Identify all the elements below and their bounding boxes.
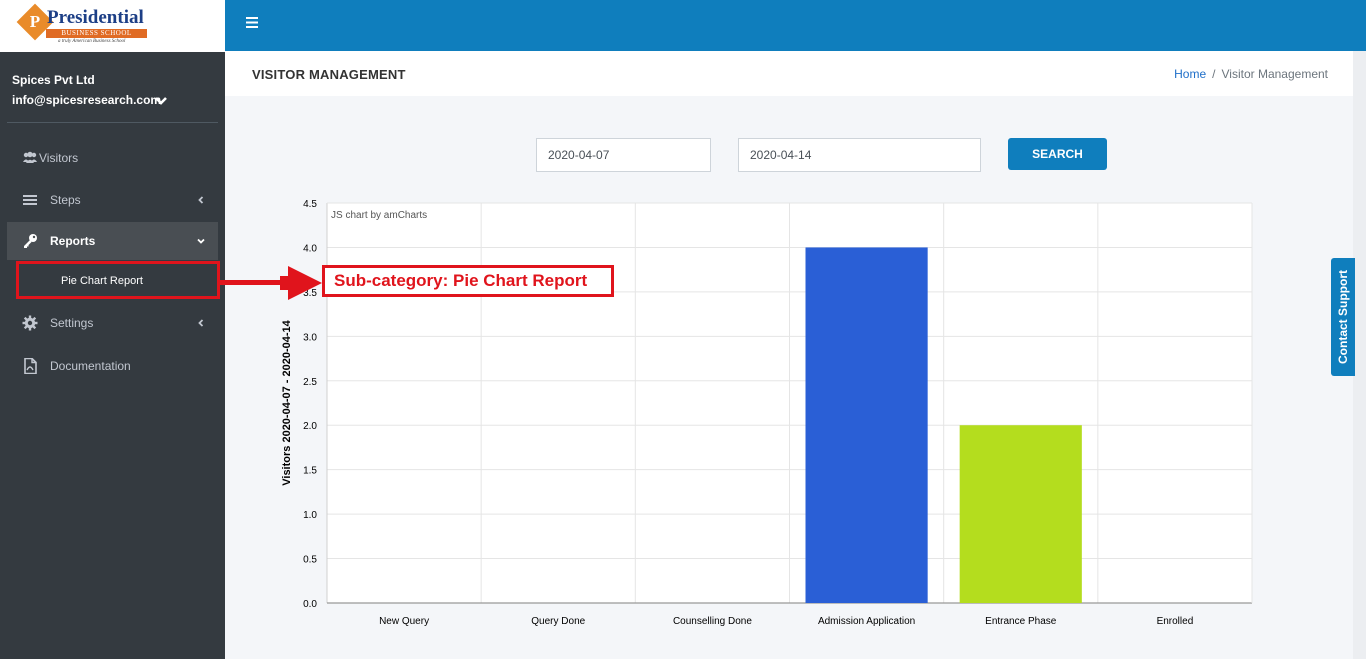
chevron-down-icon[interactable]: [153, 94, 169, 108]
logo-name: Presidential: [47, 7, 144, 28]
sidebar-divider: [7, 122, 218, 123]
user-company: Spices Pvt Ltd: [12, 73, 95, 87]
page-title: VISITOR MANAGEMENT: [252, 67, 406, 82]
y-tick-label: 0.0: [303, 599, 317, 610]
logo-tagline: a truly American Business School: [58, 39, 126, 44]
key-icon: [24, 234, 37, 248]
sidebar-subitem-label: Pie Chart Report: [61, 275, 143, 287]
logo-subtitle: BUSINESS SCHOOL: [46, 29, 147, 38]
breadcrumb-separator: /: [1212, 67, 1216, 81]
file-pdf-icon: [24, 358, 37, 374]
annotation-callout: Sub-category: Pie Chart Report: [322, 265, 614, 297]
visitors-bar-chart: 0.00.51.01.52.02.53.03.54.04.5New Query Q…: [281, 199, 1253, 627]
x-tick-label: New Query: [379, 616, 429, 627]
content-header: VISITOR MANAGEMENT Home / Visitor Manageme…: [225, 51, 1353, 96]
y-tick-label: 1.0: [303, 510, 317, 521]
sidebar-subitem-pie-chart-report[interactable]: Pie Chart Report: [16, 261, 220, 299]
y-tick-label: 0.5: [303, 555, 317, 566]
breadcrumb-current: Visitor Management: [1221, 67, 1329, 81]
gear-icon: [22, 315, 38, 331]
y-tick-label: 3.0: [303, 332, 317, 343]
chevron-left-icon: [198, 319, 204, 327]
y-tick-label: 4.5: [303, 199, 317, 210]
x-tick-label: Enrolled: [1157, 616, 1194, 627]
breadcrumb-home-link[interactable]: Home: [1174, 67, 1206, 81]
hamburger-menu-icon[interactable]: [246, 17, 258, 28]
search-button[interactable]: SEARCH: [1008, 138, 1107, 170]
annotation-arrow: [218, 266, 322, 300]
bar-admission-application[interactable]: [805, 247, 928, 603]
from-date-input[interactable]: [536, 138, 711, 172]
top-navbar: [225, 0, 1366, 51]
contact-support-label: Contact Support: [1336, 270, 1350, 364]
chevron-left-icon: [198, 196, 204, 204]
sidebar-item-steps[interactable]: Steps: [7, 181, 218, 219]
sidebar-item-visitors[interactable]: Visitors: [7, 139, 218, 177]
y-tick-label: 2.0: [303, 421, 317, 432]
x-tick-label: Counselling Done: [673, 616, 752, 627]
sidebar-item-settings[interactable]: Settings: [7, 304, 218, 342]
y-tick-label: 1.5: [303, 466, 317, 477]
y-tick-label: 4.0: [303, 243, 317, 254]
x-tick-label: Admission Application: [818, 616, 915, 627]
sidebar-item-documentation[interactable]: Documentation: [7, 347, 218, 385]
x-tick-label: Entrance Phase: [985, 616, 1057, 627]
list-icon: [23, 195, 37, 205]
annotation-label: Sub-category: Pie Chart Report: [334, 271, 588, 290]
sidebar: P Presidential BUSINESS SCHOOL a truly A…: [0, 0, 225, 659]
sidebar-item-reports[interactable]: Reports: [7, 222, 218, 260]
x-tick-label: Query Done: [531, 616, 585, 627]
user-email: info@spicesresearch.com: [12, 93, 162, 107]
y-tick-label: 2.5: [303, 377, 317, 388]
to-date-input[interactable]: [738, 138, 981, 172]
users-icon: [23, 151, 37, 163]
bar-entrance-phase[interactable]: [959, 425, 1082, 603]
chart-credit-link[interactable]: JS chart by amCharts: [331, 210, 427, 221]
chevron-down-icon: [197, 238, 205, 244]
y-axis-title: Visitors 2020-04-07 - 2020-04-14: [281, 319, 293, 485]
brand-logo[interactable]: P Presidential BUSINESS SCHOOL a truly A…: [0, 0, 225, 52]
breadcrumb: Home / Visitor Management: [1174, 67, 1328, 81]
contact-support-tab[interactable]: Contact Support: [1331, 258, 1355, 376]
